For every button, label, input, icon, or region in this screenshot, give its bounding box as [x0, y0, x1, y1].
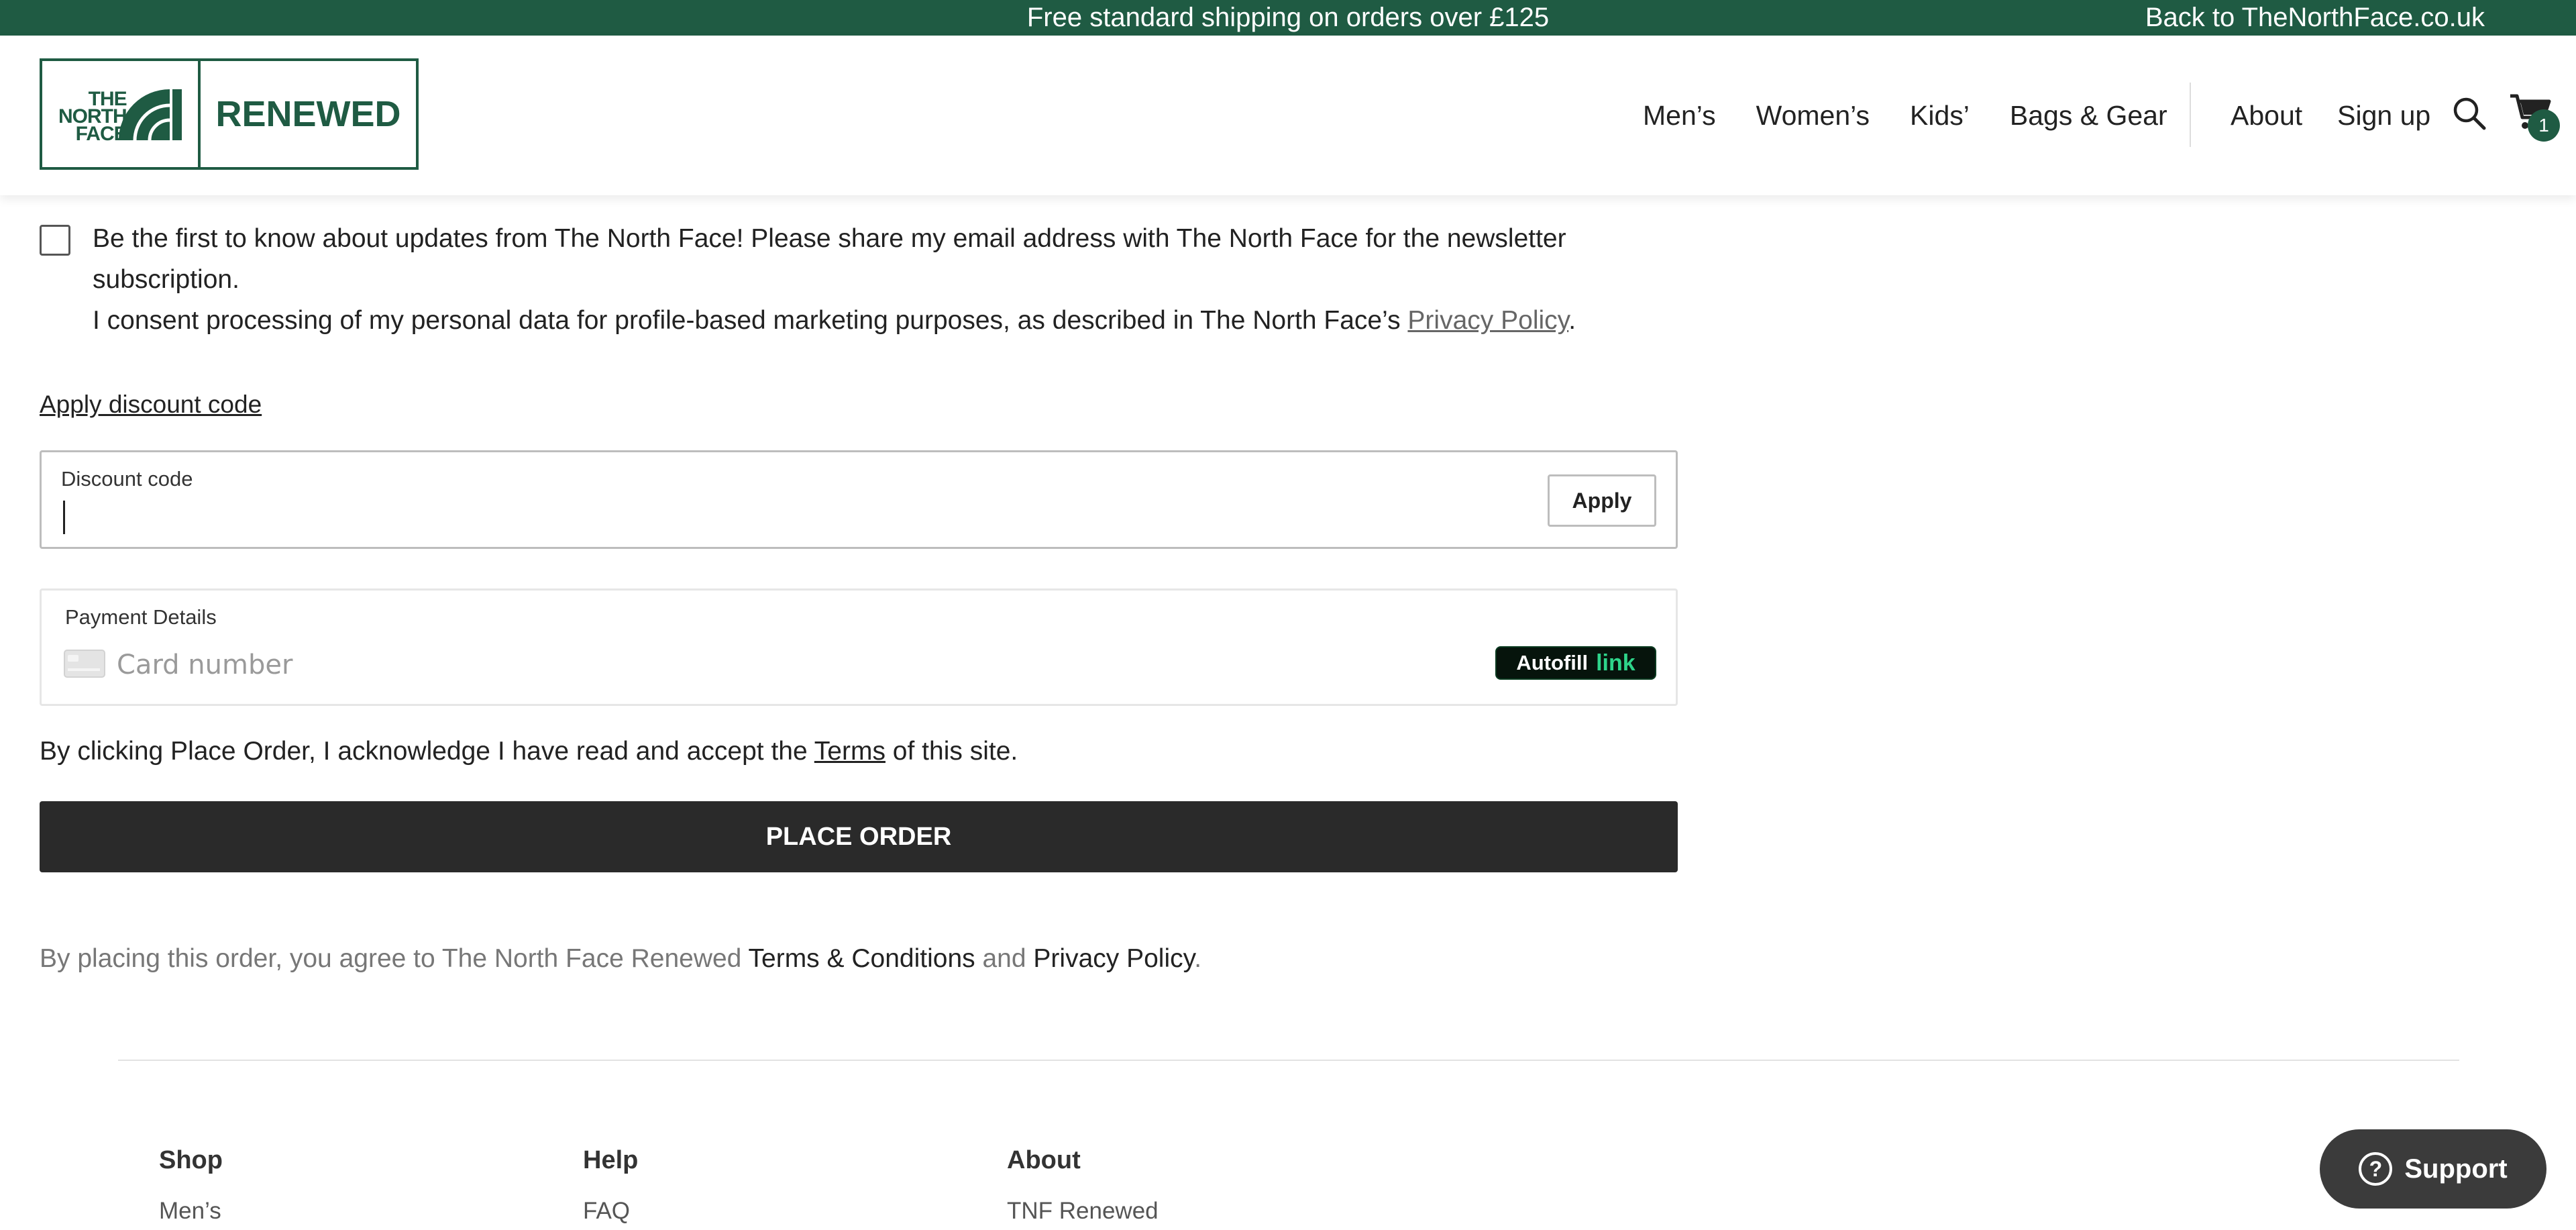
terms-conditions-link[interactable]: Terms & Conditions [749, 944, 975, 973]
terms-link[interactable]: Terms [814, 737, 885, 766]
support-label: Support [2404, 1154, 2508, 1184]
nav-divider [2190, 83, 2191, 147]
discount-code-input[interactable] [61, 497, 1570, 537]
site-header: THE NORTH FACE RENEWED Men’s Women’s Kid… [0, 36, 2576, 195]
nav-item-sign-up[interactable]: Sign up [2337, 100, 2430, 132]
discount-code-label: Discount code [61, 467, 193, 491]
consent-line-1: Be the first to know about updates from … [93, 224, 1566, 294]
consent-line-2-suffix: . [1568, 306, 1576, 335]
nav-item-womens[interactable]: Women’s [1756, 100, 1870, 132]
apply-discount-button[interactable]: Apply [1548, 474, 1656, 527]
text-caret [63, 501, 65, 534]
place-order-button[interactable]: PLACE ORDER [40, 801, 1678, 872]
tnf-logo-text: THE NORTH FACE [58, 89, 127, 145]
promo-banner: Free standard shipping on orders over £1… [0, 0, 2576, 36]
autofill-link-button[interactable]: Autofill link [1495, 646, 1656, 680]
agreement-and: and [975, 944, 1034, 973]
consent-text: Be the first to know about updates from … [93, 218, 1649, 341]
privacy-policy-link[interactable]: Privacy Policy [1407, 306, 1568, 335]
discount-code-field[interactable]: Discount code Apply [40, 450, 1678, 549]
consent-line-2-text: I consent processing of my personal data… [93, 306, 1408, 335]
ack-suffix: of this site. [885, 737, 1018, 766]
half-dome-icon [119, 89, 182, 141]
payment-details-label: Payment Details [65, 605, 217, 629]
footer-faq-link[interactable]: FAQ [583, 1198, 638, 1225]
terms-acknowledgement: By clicking Place Order, I acknowledge I… [40, 737, 1018, 766]
footer-divider [118, 1060, 2459, 1061]
privacy-policy-link-footer[interactable]: Privacy Policy [1033, 944, 1194, 973]
back-to-main-site-link[interactable]: Back to TheNorthFace.co.uk [2145, 0, 2485, 36]
apply-discount-link[interactable]: Apply discount code [40, 391, 262, 419]
link-brand-logo: link [1596, 650, 1635, 676]
footer-shop-column: Shop Men’s [159, 1146, 223, 1225]
secondary-nav: About Sign up [2231, 36, 2465, 195]
ack-text: By clicking Place Order, I acknowledge I… [40, 737, 814, 766]
card-number-placeholder[interactable]: Card number [117, 650, 292, 680]
support-button[interactable]: ? Support [2320, 1129, 2546, 1209]
autofill-label: Autofill [1516, 651, 1589, 674]
newsletter-checkbox[interactable] [40, 225, 70, 256]
order-agreement: By placing this order, you agree to The … [40, 944, 1201, 974]
main-nav: Men’s Women’s Kids’ Bags & Gear [1643, 36, 2208, 195]
footer-about-heading: About [1007, 1146, 1081, 1174]
footer-shop-mens-link[interactable]: Men’s [159, 1198, 223, 1225]
search-icon[interactable] [2452, 96, 2487, 131]
footer-tnf-renewed-link[interactable]: TNF Renewed [1007, 1198, 1159, 1225]
payment-details-field[interactable]: Payment Details Card number Autofill lin… [40, 588, 1678, 706]
footer-shop-heading: Shop [159, 1146, 223, 1174]
help-question-icon: ? [2359, 1152, 2393, 1186]
logo-renewed-text: RENEWED [215, 94, 401, 134]
nav-item-kids[interactable]: Kids’ [1910, 100, 1970, 132]
consent-line-2: I consent processing of my personal data… [93, 300, 1649, 341]
nav-item-bags-gear[interactable]: Bags & Gear [2010, 100, 2167, 132]
agreement-text: By placing this order, you agree to The … [40, 944, 749, 973]
nav-item-about[interactable]: About [2231, 100, 2302, 132]
logo-line-face: FACE [75, 123, 127, 145]
footer-help-heading: Help [583, 1146, 639, 1174]
logo[interactable]: THE NORTH FACE RENEWED [40, 58, 419, 170]
agreement-suffix: . [1194, 944, 1202, 973]
footer-help-column: Help FAQ [583, 1146, 638, 1225]
cart-count-badge: 1 [2528, 109, 2560, 142]
credit-card-icon [64, 650, 105, 678]
footer-about-column: About TNF Renewed [1007, 1146, 1159, 1225]
nav-item-mens[interactable]: Men’s [1643, 100, 1716, 132]
tnf-logo-mark: THE NORTH FACE [42, 61, 201, 167]
